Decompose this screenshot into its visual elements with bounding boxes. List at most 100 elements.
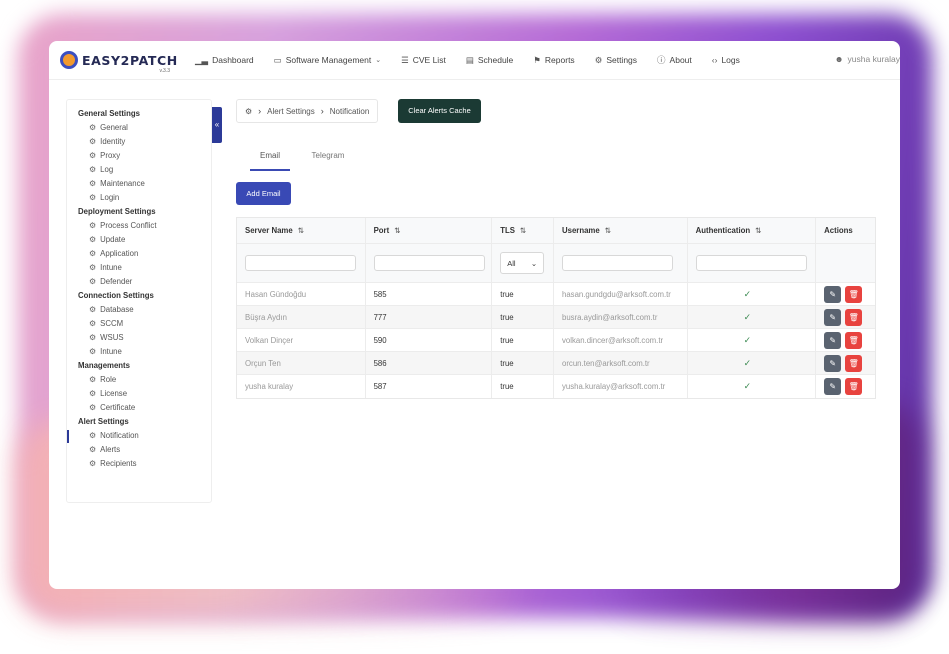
column-header-username[interactable]: Username ⇅ [554,218,688,243]
sidebar-section-title: Managements [78,361,130,370]
tls-filter-select[interactable]: All ⌄ [500,252,545,274]
sort-icon[interactable]: ⇅ [298,226,304,235]
sort-icon[interactable]: ⇅ [755,226,761,235]
trash-icon: 🗑 [848,358,859,368]
cell-username: yusha.kuralay@arksoft.com.tr [554,375,688,398]
nav-schedule[interactable]: ▤ Schedule [466,55,513,66]
column-header-authentication[interactable]: Authentication ⇅ [688,218,817,243]
delete-button[interactable]: 🗑 [845,285,863,303]
sidebar-item-license[interactable]: ⚙ License [78,387,211,401]
delete-button[interactable]: 🗑 [845,354,863,372]
sidebar-item-label: Proxy [100,151,121,160]
top-navbar: EASY2PATCH v.3.3 ▁▃ Dashboard ▭ Software Ma… [49,41,900,80]
trash-icon: 🗑 [848,289,859,299]
edit-button[interactable]: ✎ [824,378,842,395]
sort-icon[interactable]: ⇅ [520,226,526,235]
nav-reports[interactable]: ⚑ Reports [533,55,574,66]
cell-username: volkan.dincer@arksoft.com.tr [554,329,688,351]
cell-actions: ✎ 🗑 [816,306,875,328]
pencil-icon: ✎ [829,335,837,345]
logo[interactable]: EASY2PATCH v.3.3 [60,45,184,75]
cell-port: 586 [366,352,493,374]
column-header-port[interactable]: Port ⇅ [366,218,493,243]
clear-alerts-cache-button[interactable]: Clear Alerts Cache [398,99,481,123]
sidebar-item-role[interactable]: ⚙ Role [78,373,211,387]
column-header-server-name[interactable]: Server Name ⇅ [237,218,366,243]
sidebar-item-defender[interactable]: ⚙ Defender [78,275,211,289]
delete-button[interactable]: 🗑 [845,378,863,395]
gear-icon: ⚙ [89,375,97,384]
column-header-tls[interactable]: TLS ⇅ [492,218,554,243]
sidebar-item-identity[interactable]: ⚙ Identity [78,135,211,149]
edit-button[interactable]: ✎ [824,331,842,349]
sidebar-item-application[interactable]: ⚙ Application [78,247,211,261]
gear-icon: ⚙ [89,235,97,244]
gear-icon: ⚙ [89,179,97,188]
active-indicator [67,429,69,443]
sidebar-item-label: Intune [100,347,122,356]
check-icon: ✓ [743,311,752,322]
user-menu[interactable]: ☻ yusha kuralay [835,54,900,64]
sidebar-item-recipients[interactable]: ⚙ Recipients [78,457,211,471]
sidebar-item-login[interactable]: ⚙ Login [78,191,211,205]
port-filter-input[interactable] [373,255,485,271]
nav-software-management[interactable]: ▭ Software Management ⌄ [274,55,381,66]
sidebar-item-intune[interactable]: ⚙ Intune [78,261,211,275]
table-row: Orçun Ten 586 true orcun.ten@arksoft.com.tr… [237,352,875,375]
nav-label: About [669,55,692,65]
gear-icon: ⚙ [89,221,97,230]
gear-icon: ⚙ [89,193,97,202]
edit-button[interactable]: ✎ [824,308,842,326]
check-icon: ✓ [743,288,752,299]
sidebar-item-database[interactable]: ⚙ Database [78,303,211,317]
cell-server: Orçun Ten [237,352,366,374]
cell-server: Volkan Dinçer [237,329,366,351]
delete-button[interactable]: 🗑 [845,308,863,326]
tab-email[interactable]: Email [250,147,290,171]
sort-icon[interactable]: ⇅ [394,226,400,235]
nav-about[interactable]: ⓘ About [657,54,692,66]
delete-button[interactable]: 🗑 [845,331,863,349]
sort-icon[interactable]: ⇅ [605,226,611,235]
email-servers-table: Server Name ⇅ Port ⇅ TLS ⇅ Username ⇅ Authen… [236,217,876,399]
sidebar-item-proxy[interactable]: ⚙ Proxy [78,149,211,163]
sidebar-item-intune[interactable]: ⚙ Intune [78,345,211,359]
flag-icon: ⚑ [533,54,541,65]
pencil-icon: ✎ [829,358,837,368]
sidebar-item-notification[interactable]: ⚙ Notification [67,429,211,443]
sidebar-item-wsus[interactable]: ⚙ WSUS [78,331,211,345]
sidebar-item-log[interactable]: ⚙ Log [78,163,211,177]
calendar-icon: ▤ [465,54,474,65]
sidebar-item-certificate[interactable]: ⚙ Certificate [78,401,211,415]
nav-dashboard[interactable]: ▁▃ Dashboard [195,55,254,66]
nav-cve-list[interactable]: ☰ CVE List [401,55,446,66]
add-email-button[interactable]: Add Email [236,182,291,205]
sidebar-item-maintenance[interactable]: ⚙ Maintenance [78,177,211,191]
server-name-filter-input[interactable] [245,255,356,271]
collapse-sidebar-button[interactable]: « [212,107,222,143]
gear-icon: ⚙ [89,403,97,412]
sidebar-item-alerts[interactable]: ⚙ Alerts [78,443,211,457]
sidebar-item-process-conflict[interactable]: ⚙ Process Conflict [78,219,211,233]
info-icon: ⓘ [657,55,666,65]
sidebar-item-general[interactable]: ⚙ General [78,121,211,135]
table-row: Hasan Gündoğdu 585 true hasan.gundgdu@arkso… [237,283,875,306]
nav-logs[interactable]: ‹› Logs [712,55,740,65]
sidebar-item-label: Intune [100,263,122,272]
edit-button[interactable]: ✎ [824,354,842,372]
sidebar-item-update[interactable]: ⚙ Update [78,233,211,247]
nav-label: Settings [606,55,638,65]
sidebar-item-sccm[interactable]: ⚙ SCCM [78,317,211,331]
breadcrumb-section[interactable]: Alert Settings [267,107,315,116]
tab-telegram[interactable]: Telegram [298,147,358,171]
username-filter-input[interactable] [562,255,673,271]
nav-settings[interactable]: ⚙ Settings [595,55,637,66]
sidebar-item-label: Alerts [100,445,121,454]
authentication-filter-input[interactable] [695,255,807,271]
check-icon: ✓ [743,334,752,345]
sidebar-item-label: Application [100,249,139,258]
gear-icon: ⚙ [89,389,97,398]
edit-button[interactable]: ✎ [824,285,842,303]
cell-username: busra.aydin@arksoft.com.tr [554,306,688,328]
breadcrumb: ⚙ › Alert Settings › Notification [236,99,379,123]
